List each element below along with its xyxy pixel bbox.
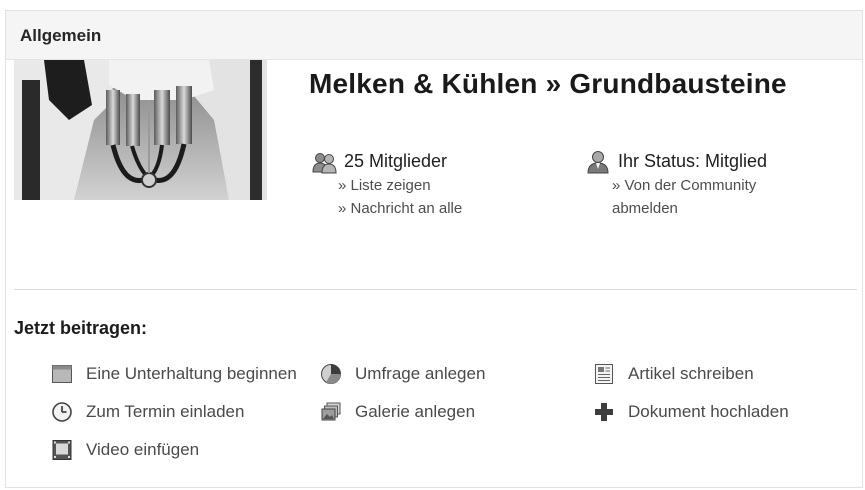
panel-header: Allgemein	[6, 11, 862, 60]
discussion-icon	[51, 363, 73, 385]
show-member-list-link[interactable]: » Liste zeigen	[338, 177, 431, 194]
action-label: Video einfügen	[86, 440, 200, 459]
contribute-heading: Jetzt beitragen:	[14, 318, 148, 338]
poll-icon	[320, 363, 342, 385]
milking-machine-photo	[14, 60, 267, 200]
panel-title: Allgemein	[20, 26, 102, 45]
community-image	[14, 60, 267, 200]
community-title: Melken & Kühlen » Grundbausteine	[309, 68, 787, 99]
action-label: Eine Unterhaltung beginnen	[86, 364, 297, 383]
clock-icon	[51, 401, 73, 423]
gallery-icon	[320, 401, 342, 423]
leave-community-link[interactable]: » Von der Community	[612, 177, 756, 194]
message-all-link[interactable]: » Nachricht an alle	[338, 200, 462, 217]
action-label: Zum Termin einladen	[86, 402, 245, 421]
action-label: Galerie anlegen	[355, 402, 476, 421]
video-icon	[51, 439, 73, 461]
member-count: 25 Mitglieder	[344, 151, 448, 171]
action-label: Umfrage anlegen	[355, 364, 486, 383]
membership-status: Ihr Status: Mitglied	[618, 151, 768, 171]
plus-icon	[593, 401, 615, 423]
user-status-icon	[587, 150, 609, 179]
leave-community-link-line2[interactable]: abmelden	[612, 200, 678, 217]
section-divider	[14, 289, 857, 290]
action-label: Artikel schreiben	[628, 364, 754, 383]
members-icon	[312, 152, 338, 179]
article-icon	[593, 363, 615, 385]
action-label: Dokument hochladen	[628, 402, 789, 421]
